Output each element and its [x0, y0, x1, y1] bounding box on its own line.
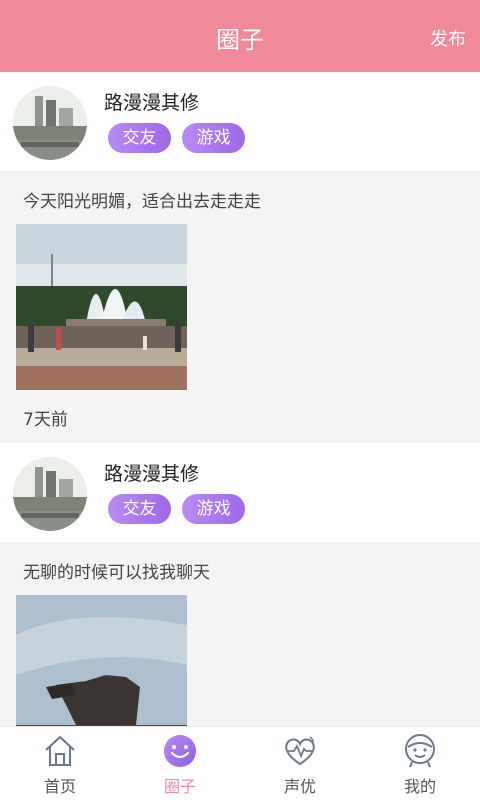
post-card: 路漫漫其修 交友 游戏 今天阳光明媚，适合出去走走走 7天前 — [0, 72, 480, 443]
bottom-tab-bar: 首页 圈子 声优 我的 — [0, 726, 480, 800]
tab-voice[interactable]: 声优 — [240, 727, 360, 800]
username[interactable]: 路漫漫其修 — [104, 88, 199, 115]
post-card: 路漫漫其修 交友 游戏 无聊的时候可以找我聊天 — [0, 443, 480, 726]
post-text: 无聊的时候可以找我聊天 — [23, 563, 210, 583]
avatar[interactable] — [13, 86, 87, 160]
username[interactable]: 路漫漫其修 — [104, 459, 199, 486]
post-content: 今天阳光明媚，适合出去走走走 7天前 — [0, 171, 480, 443]
top-bar: 圈子 发布 — [0, 0, 480, 72]
post-feed[interactable]: 路漫漫其修 交友 游戏 今天阳光明媚，适合出去走走走 7天前 路漫漫其修 交友 … — [0, 72, 480, 726]
post-image-sky[interactable] — [16, 595, 187, 726]
tag-list: 交友 游戏 — [108, 494, 245, 524]
tag-list: 交友 游戏 — [108, 123, 245, 153]
tab-circle[interactable]: 圈子 — [120, 727, 240, 800]
tab-label: 我的 — [403, 777, 436, 796]
tag-friends[interactable]: 交友 — [108, 494, 171, 524]
post-header: 路漫漫其修 交友 游戏 — [0, 72, 480, 171]
page-title: 圈子 — [216, 26, 264, 54]
tab-label: 声优 — [283, 777, 316, 796]
heart-pulse-icon — [282, 733, 318, 769]
tab-label: 圈子 — [163, 777, 196, 796]
tab-home[interactable]: 首页 — [0, 727, 120, 800]
avatar[interactable] — [13, 457, 87, 531]
smile-icon — [162, 733, 198, 769]
post-image-fountain[interactable] — [16, 224, 187, 390]
post-text: 今天阳光明媚，适合出去走走走 — [23, 192, 261, 212]
home-icon — [42, 733, 78, 769]
tag-games[interactable]: 游戏 — [182, 494, 245, 524]
tag-games[interactable]: 游戏 — [182, 123, 245, 153]
tag-friends[interactable]: 交友 — [108, 123, 171, 153]
post-content: 无聊的时候可以找我聊天 — [0, 542, 480, 726]
tab-mine[interactable]: 我的 — [360, 727, 480, 800]
person-face-icon — [402, 733, 438, 769]
tab-label: 首页 — [43, 777, 76, 796]
publish-button[interactable]: 发布 — [430, 25, 466, 51]
post-time: 7天前 — [23, 410, 68, 430]
post-header: 路漫漫其修 交友 游戏 — [0, 443, 480, 542]
